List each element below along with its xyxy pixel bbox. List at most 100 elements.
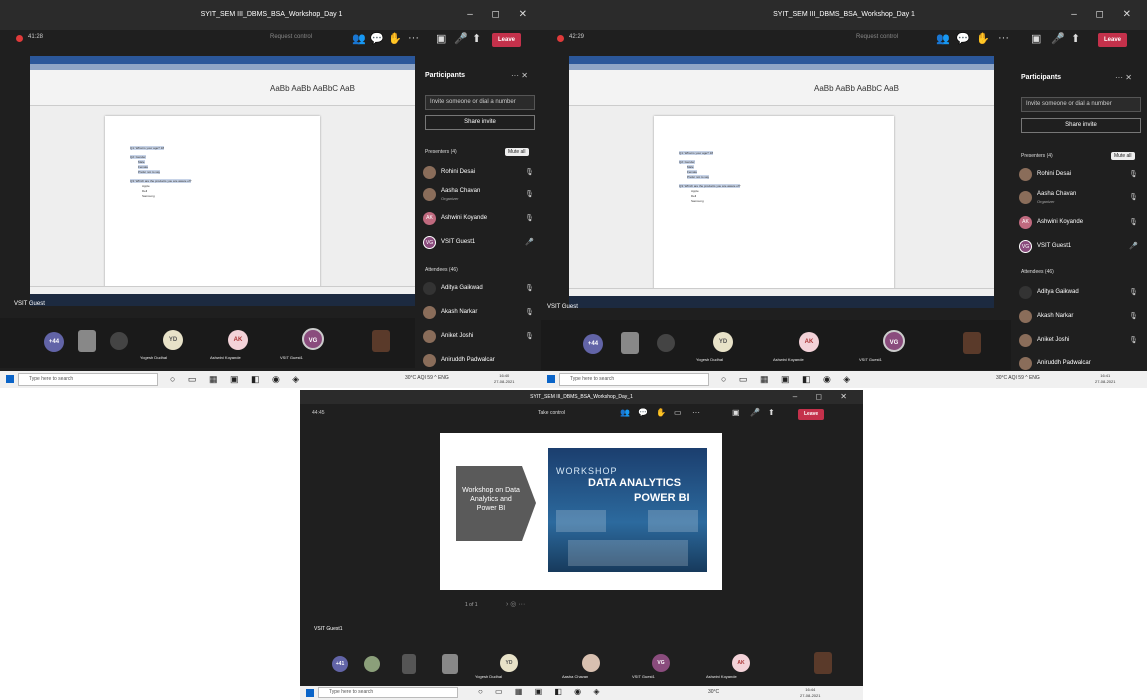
request-control-button[interactable]: Request control [856,34,898,40]
taskbar-app-icons[interactable]: ○ ▭ ▦ ▣ ◧ ◉ ◈ [478,687,605,696]
camera-off-icon[interactable]: ▣ [732,408,740,417]
participant-name: Ashwini Koyande [1037,219,1084,225]
windows-taskbar: Type here to search ○ ▭ ▦ ▣ ◧ ◉ ◈ 30°C A… [541,371,1147,388]
styles-gallery: AaBb AaBb AaBbC AaB [270,84,355,93]
rooms-icon[interactable]: ▭ [674,408,682,417]
window-title: SYIT_SEM III_DBMS_BSA_Workshop_Day 1 [773,11,915,18]
participant-tile: YD [500,654,518,672]
share-invite-button[interactable]: Share invite [1021,118,1141,133]
tile-name: Ashwini Koyande [706,674,737,679]
window-title-bar: SYIT_SEM III_DBMS_BSA_Workshop_Day 1 – ◻… [541,0,1147,30]
avatar [1019,310,1032,323]
tile-name: Yogesh Dudhal [140,355,167,360]
system-tray[interactable]: 30°C AQI 59 ^ ENG [996,375,1040,381]
slide-nav-icons[interactable]: › ◎ ··· [506,600,525,608]
more-options-icon[interactable]: ··· [998,32,1009,44]
participant-tile: AK [732,654,750,672]
more-participants-tile[interactable]: +44 [583,334,603,354]
q3-text: Q3: Which are the products you are aware… [679,184,741,188]
taskbar-search[interactable]: Type here to search [318,687,458,698]
chat-icon[interactable]: 💬 [638,408,648,417]
windows-start-icon[interactable] [6,375,14,383]
request-control-button[interactable]: Request control [270,34,312,40]
reactions-icon[interactable]: ✋ [656,408,666,417]
participants-icon[interactable]: 👥 [936,32,950,45]
chat-icon[interactable]: 💬 [370,32,384,45]
taskbar-app-icons[interactable]: ○ ▭ ▦ ▣ ◧ ◉ ◈ [170,374,304,385]
mic-icon[interactable]: 🎤 [750,408,760,417]
take-control-button[interactable]: Take control [538,410,565,416]
mic-off-icon: 🎙 [525,285,534,292]
mute-all-button[interactable]: Mute all [1111,152,1135,160]
share-icon[interactable]: ⬆ [768,408,775,417]
participant-row[interactable]: Aasha Chavan Organizer 🎙 [1019,191,1141,209]
presenters-header[interactable]: Presenters (4) [425,149,457,155]
participant-row[interactable]: Aasha Chavan Organizer 🎙 [423,188,534,206]
participant-row[interactable]: Rohini Desai 🎙 [1019,168,1141,186]
participant-row[interactable]: VG VSIT Guest1 🎤 [1019,240,1141,258]
reactions-icon[interactable]: ✋ [388,32,402,45]
leave-button[interactable]: Leave [1098,33,1128,47]
participant-name: Aniket Joshi [1037,337,1070,343]
mic-off-icon: 🎙 [525,215,534,222]
participant-row[interactable]: Aditya Gaikwad 🎙 [423,282,534,300]
participant-row[interactable]: Aniruddh Padwalcar [423,354,533,372]
reactions-icon[interactable]: ✋ [976,32,990,45]
invite-input[interactable]: Invite someone or dial a number [1021,97,1141,112]
panel-more-icon[interactable]: ··· ✕ [1115,73,1132,82]
mic-icon[interactable]: 🎤 [1051,32,1065,45]
participant-row[interactable]: Akash Narkar 🎙 [1019,310,1141,328]
leave-button[interactable]: Leave [492,33,522,47]
taskbar-search[interactable]: Type here to search [18,373,158,386]
participant-row[interactable]: AK Ashwini Koyande 🎙 [423,212,534,230]
share-invite-label: Share invite [1065,122,1097,128]
windows-start-icon[interactable] [306,689,314,697]
window-controls[interactable]: – ◻ ✕ [467,0,535,30]
mic-on-icon: 🎤 [525,239,534,246]
presenters-header[interactable]: Presenters (4) [1021,153,1053,159]
mute-all-button[interactable]: Mute all [505,148,529,156]
window-controls[interactable]: – ◻ ✕ [1071,0,1139,30]
window-title-bar: SYIT_SEM III_DBMS_BSA_Workshop_Day 1 – ◻… [0,0,543,30]
window-controls[interactable]: – ◻ ✕ [793,390,855,404]
system-tray[interactable]: 30°C AQI 59 ^ ENG [405,375,449,381]
q2-option: Prefer not to say [138,170,161,174]
slide-page-indicator[interactable]: 1 of 1 [465,602,478,608]
windows-start-icon[interactable] [547,375,555,383]
participant-role: Organizer [1037,199,1055,204]
system-tray[interactable]: 30°C [708,689,719,695]
taskbar-app-icons[interactable]: ○ ▭ ▦ ▣ ◧ ◉ ◈ [721,374,855,385]
leave-button[interactable]: Leave [798,409,825,420]
participant-name: Aniruddh Padwalcar [441,357,495,363]
more-options-icon[interactable]: ··· [692,408,700,417]
clock-date: 27-08-2021 [800,693,821,698]
participants-panel: Participants ··· ✕ Invite someone or dia… [1011,62,1147,370]
camera-off-icon[interactable]: ▣ [1031,32,1041,45]
panel-more-icon[interactable]: ··· ✕ [511,71,528,80]
more-participants-tile[interactable]: +41 [332,656,348,672]
participants-icon[interactable]: 👥 [352,32,366,45]
chat-icon[interactable]: 💬 [956,32,970,45]
participant-row[interactable]: VG VSIT Guest1 🎤 [423,236,534,254]
participant-row[interactable]: Aniket Joshi 🎙 [1019,334,1141,352]
participant-name: Rohini Desai [441,169,476,175]
more-options-icon[interactable]: ··· [408,32,419,44]
participant-row[interactable]: Aditya Gaikwad 🎙 [1019,286,1141,304]
participant-row[interactable]: AK Ashwini Koyande 🎙 [1019,216,1141,234]
participant-row[interactable]: Rohini Desai 🎙 [423,166,534,184]
camera-off-icon[interactable]: ▣ [436,32,446,45]
mic-icon[interactable]: 🎤 [454,32,468,45]
share-invite-button[interactable]: Share invite [425,115,535,130]
participant-row[interactable]: Aniket Joshi 🎙 [423,330,534,348]
attendees-header[interactable]: Attendees (46) [1021,269,1054,275]
participants-icon[interactable]: 👥 [620,408,630,417]
more-participants-tile[interactable]: +44 [44,332,64,352]
invite-input[interactable]: Invite someone or dial a number [425,95,535,110]
share-icon[interactable]: ⬆ [1071,32,1080,45]
mic-off-icon: 🎙 [525,333,534,340]
attendees-header[interactable]: Attendees (46) [425,267,458,273]
share-icon[interactable]: ⬆ [472,32,481,45]
avatar [423,188,436,201]
taskbar-search[interactable]: Type here to search [559,373,709,386]
participant-row[interactable]: Akash Narkar 🎙 [423,306,534,324]
